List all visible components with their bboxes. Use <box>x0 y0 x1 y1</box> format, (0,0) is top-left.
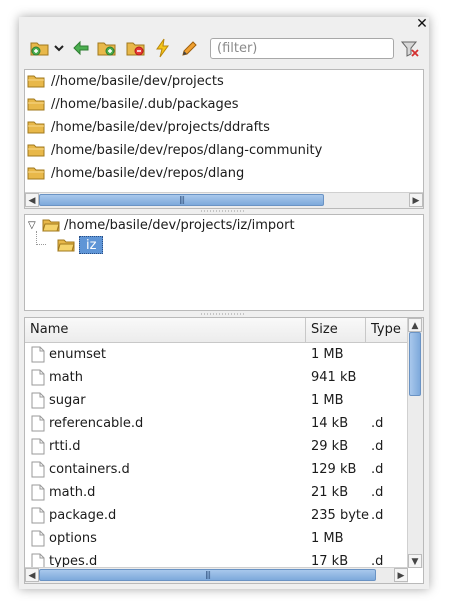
splitter-handle[interactable] <box>200 210 246 212</box>
favorite-folder-icon <box>27 167 45 180</box>
file-name: math <box>49 370 83 385</box>
favorite-folder-icon <box>27 144 45 157</box>
file-row[interactable]: containers.d 129 kB .d <box>25 458 411 481</box>
favorite-item-label: //home/basile/.dub/packages <box>51 96 239 112</box>
file-type <box>371 366 409 389</box>
favorites-list: //home/basile/dev/projects //home/basile… <box>24 69 424 209</box>
splitter-handle[interactable] <box>200 313 246 315</box>
tree-node-root[interactable]: ▽ /home/basile/dev/projects/iz/import <box>28 215 295 235</box>
file-icon <box>31 530 45 547</box>
column-header-size[interactable]: Size <box>306 318 366 342</box>
file-type: .d <box>371 508 384 523</box>
favorite-folder-icon <box>27 75 45 88</box>
column-header-name[interactable]: Name <box>25 318 306 342</box>
favorite-item[interactable]: /home/basile/dev/repos/dlang <box>27 162 407 184</box>
scrollbar-thumb[interactable]: ||| <box>39 194 324 206</box>
file-row[interactable]: math 941 kB <box>25 366 411 389</box>
scroll-down-arrow-icon[interactable]: ▼ <box>408 554 422 568</box>
file-type <box>371 527 409 550</box>
file-size: 21 kB <box>311 485 349 500</box>
dropdown-chevron-icon[interactable] <box>53 40 65 60</box>
tree-node-label-selected: iz <box>79 236 104 254</box>
remove-folder-icon[interactable] <box>126 38 146 58</box>
file-type: .d <box>371 439 384 454</box>
file-type: .d <box>371 462 384 477</box>
file-row[interactable]: sugar 1 MB <box>25 389 411 412</box>
file-name: referencable.d <box>49 416 144 431</box>
tree-node-child[interactable]: iz <box>57 235 104 255</box>
file-name: math.d <box>49 485 96 500</box>
favorite-item[interactable]: /home/basile/dev/projects/ddrafts <box>27 116 407 138</box>
flash-icon[interactable] <box>153 38 173 58</box>
file-name: package.d <box>49 508 117 523</box>
tree-connector <box>36 244 46 245</box>
file-row[interactable]: options 1 MB <box>25 527 411 550</box>
file-icon <box>31 484 45 501</box>
favorite-item-label: /home/basile/dev/repos/dlang <box>51 165 245 181</box>
file-size: 29 kB <box>311 439 349 454</box>
column-header-type[interactable]: Type <box>366 318 411 342</box>
pencil-icon[interactable] <box>180 38 200 58</box>
file-icon <box>31 369 45 386</box>
file-list: Name Size Type enumset 1 MB math 941 kB … <box>24 317 424 584</box>
file-type <box>371 389 409 412</box>
favorites-horizontal-scrollbar[interactable]: ◀ ||| ▶ <box>25 192 423 208</box>
favorite-item-label: /home/basile/dev/projects/ddrafts <box>51 119 270 135</box>
file-row[interactable]: rtti.d 29 kB .d <box>25 435 411 458</box>
filter-input[interactable] <box>210 38 394 59</box>
file-list-horizontal-scrollbar[interactable]: ◀ ||| ▶ <box>25 567 408 583</box>
file-size: 129 kB <box>311 462 357 477</box>
file-type: .d <box>371 485 384 500</box>
add-folder-icon[interactable] <box>97 38 117 58</box>
file-row[interactable]: math.d 21 kB .d <box>25 481 411 504</box>
open-folder-icon <box>57 239 75 252</box>
favorite-item[interactable]: //home/basile/dev/projects <box>27 70 407 92</box>
file-row[interactable]: package.d 235 byte .d <box>25 504 411 527</box>
open-folder-icon <box>42 219 60 232</box>
file-icon <box>31 461 45 478</box>
favorite-folder-icon <box>27 98 45 111</box>
file-name: rtti.d <box>49 439 81 454</box>
favorite-item[interactable]: //home/basile/.dub/packages <box>27 93 407 115</box>
file-type: .d <box>371 416 384 431</box>
add-favorite-folder-icon[interactable] <box>30 38 50 58</box>
file-name: sugar <box>49 393 86 408</box>
file-size: 14 kB <box>311 416 349 431</box>
file-list-header: Name Size Type <box>25 318 411 343</box>
file-size: 1 MB <box>311 347 344 362</box>
file-icon <box>31 507 45 524</box>
file-list-vertical-scrollbar[interactable]: ▲ ▼ <box>407 318 423 568</box>
scroll-right-arrow-icon[interactable]: ▶ <box>394 568 408 582</box>
file-icon <box>31 392 45 409</box>
tree-connector <box>36 231 37 245</box>
back-arrow-icon[interactable] <box>71 38 91 58</box>
close-icon[interactable]: ✕ <box>415 17 429 31</box>
file-row[interactable]: enumset 1 MB <box>25 343 411 366</box>
scrollbar-thumb[interactable] <box>409 332 421 396</box>
file-icon <box>31 415 45 432</box>
file-icon <box>31 346 45 363</box>
file-row[interactable]: referencable.d 14 kB .d <box>25 412 411 435</box>
file-name: enumset <box>49 347 107 362</box>
file-icon <box>31 438 45 455</box>
tree-expand-icon[interactable]: ▽ <box>28 220 38 231</box>
scroll-up-arrow-icon[interactable]: ▲ <box>408 318 422 332</box>
favorite-item-label: //home/basile/dev/projects <box>51 73 224 89</box>
scroll-left-arrow-icon[interactable]: ◀ <box>25 193 39 207</box>
scroll-right-arrow-icon[interactable]: ▶ <box>409 193 423 207</box>
scrollbar-thumb[interactable]: ||| <box>39 569 376 581</box>
file-name: containers.d <box>49 462 130 477</box>
file-size: 941 kB <box>311 370 357 385</box>
file-type <box>371 343 409 366</box>
favorite-item-label: /home/basile/dev/repos/dlang-community <box>51 142 323 158</box>
clear-filter-icon[interactable] <box>400 40 420 58</box>
favorite-folder-icon <box>27 121 45 134</box>
file-size: 1 MB <box>311 531 344 546</box>
tree-node-label: /home/basile/dev/projects/iz/import <box>64 217 295 233</box>
file-size: 235 byte <box>311 508 369 523</box>
scroll-left-arrow-icon[interactable]: ◀ <box>25 568 39 582</box>
file-size: 1 MB <box>311 393 344 408</box>
file-name: options <box>49 531 97 546</box>
favorite-item[interactable]: /home/basile/dev/repos/dlang-community <box>27 139 407 161</box>
